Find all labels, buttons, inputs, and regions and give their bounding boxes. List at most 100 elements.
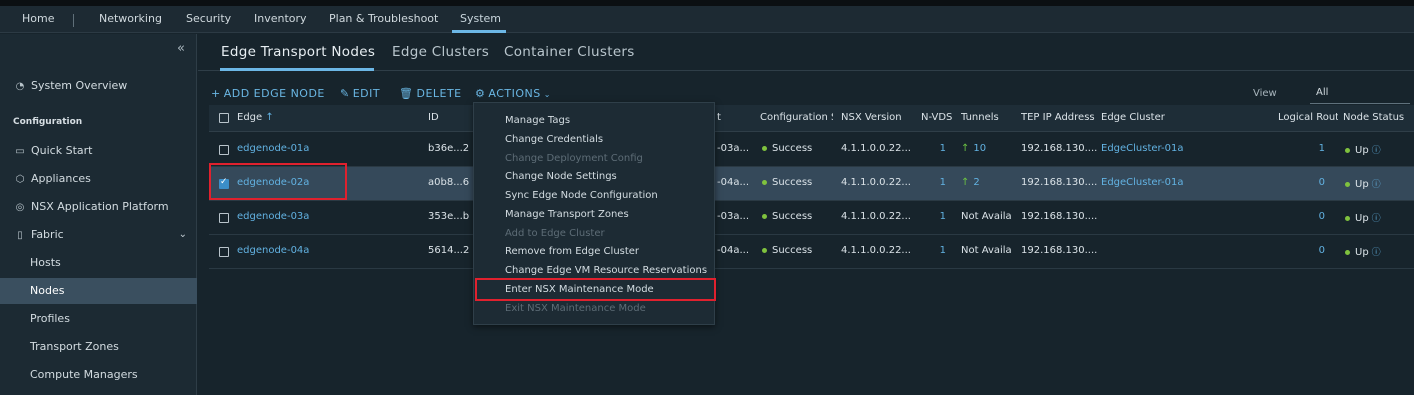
table-row[interactable]: edgenode-03a 353e...b -03a... Success 4.… — [209, 201, 1414, 235]
success-dot-icon — [762, 247, 767, 253]
arrow-up-icon: ↑ — [961, 177, 970, 188]
sidebar-item-hosts[interactable]: Hosts — [0, 250, 197, 276]
nav-networking[interactable]: Networking — [99, 12, 162, 25]
nsx-version: 4.1.1.0.0.22... — [841, 211, 911, 222]
menu-item-exit-nsx-maintenance-mode: Exit NSX Maintenance Mode — [505, 303, 646, 314]
sidebar-item-nodes[interactable]: Nodes — [0, 278, 197, 304]
sidebar-item-label: Transport Zones — [30, 340, 119, 353]
logical-routers-count[interactable]: 0 — [1278, 245, 1325, 256]
column-edge[interactable]: Edge ↑ — [237, 112, 274, 123]
edge-cluster-link[interactable]: EdgeCluster-01a — [1101, 143, 1183, 154]
node-status: Up ⓘ — [1345, 245, 1381, 258]
row-checkbox[interactable] — [219, 247, 229, 257]
gauge-icon: ◔ — [15, 81, 25, 92]
menu-item-add-to-edge-cluster: Add to Edge Cluster — [505, 228, 605, 239]
menu-item-change-node-settings[interactable]: Change Node Settings — [474, 167, 714, 186]
tab-edge-clusters[interactable]: Edge Clusters — [392, 44, 489, 60]
table-row[interactable]: edgenode-01a b36e...2 -03a... Success 4.… — [209, 133, 1414, 167]
menu-item-change-credentials[interactable]: Change Credentials — [474, 130, 714, 149]
node-status: Up ⓘ — [1345, 177, 1381, 190]
menu-item-manage-transport-zones[interactable]: Manage Transport Zones — [474, 205, 714, 224]
column-tunnels[interactable]: Tunnels — [961, 112, 999, 123]
delete-button[interactable]: 🗑︎ DELETE — [399, 87, 462, 100]
tep-ip: 192.168.130.... — [1021, 177, 1098, 188]
edge-name-link[interactable]: edgenode-04a — [237, 245, 309, 256]
actions-button[interactable]: ⚙ ACTIONS ⌄ — [475, 87, 551, 100]
sidebar-item-appliances[interactable]: ⬡ Appliances — [0, 166, 197, 192]
tab-edge-transport-nodes[interactable]: Edge Transport Nodes — [221, 44, 375, 60]
menu-item-manage-tags[interactable]: Manage Tags — [474, 111, 714, 130]
nav-plan-troubleshoot[interactable]: Plan & Troubleshoot — [329, 12, 438, 25]
pencil-icon: ✎ — [340, 87, 350, 100]
table-row[interactable]: edgenode-02a a0b8...6 -04a... Success 4.… — [209, 167, 1414, 201]
nsx-version: 4.1.1.0.0.22... — [841, 245, 911, 256]
sidebar-item-label: System Overview — [31, 79, 128, 92]
column-nvds[interactable]: N-VDS — [921, 112, 952, 123]
logical-routers-count[interactable]: 0 — [1278, 211, 1325, 222]
column-id[interactable]: ID — [428, 112, 439, 123]
config-status: Success — [762, 177, 812, 188]
collapse-sidebar-icon[interactable]: « — [177, 41, 185, 56]
config-status: Success — [762, 143, 812, 154]
nvds-count[interactable]: 1 — [921, 143, 946, 154]
sidebar-item-profiles[interactable]: Profiles — [0, 306, 197, 332]
select-all-checkbox[interactable] — [219, 113, 229, 123]
logical-routers-count[interactable]: 0 — [1278, 177, 1325, 188]
trash-icon: 🗑︎ — [399, 87, 414, 100]
toolbar: + ADD EDGE NODE ✎ EDIT 🗑︎ DELETE ⚙ ACTIONS ⌄ … — [198, 84, 1414, 104]
column-truncated[interactable]: t — [717, 112, 727, 123]
tunnels-count[interactable]: ↑ 10 — [961, 143, 986, 154]
nvds-count[interactable]: 1 — [921, 211, 946, 222]
menu-item-remove-from-edge-cluster[interactable]: Remove from Edge Cluster — [474, 242, 714, 261]
success-dot-icon — [762, 213, 767, 219]
nvds-count[interactable]: 1 — [921, 177, 946, 188]
column-logical-routers[interactable]: Logical Rout — [1278, 112, 1338, 123]
sidebar-item-compute-managers[interactable]: Compute Managers — [0, 362, 197, 388]
view-select[interactable]: All — [1310, 84, 1410, 104]
info-icon[interactable]: ⓘ — [1372, 248, 1381, 258]
add-edge-node-button[interactable]: + ADD EDGE NODE — [211, 87, 325, 100]
menu-item-change-edge-vm-resource-reservations[interactable]: Change Edge VM Resource Reservations — [474, 261, 714, 280]
tunnels-count[interactable]: ↑ 2 — [961, 177, 980, 188]
row-checkbox[interactable] — [219, 177, 229, 189]
column-configuration-state[interactable]: Configuration S — [760, 112, 833, 123]
edit-button[interactable]: ✎ EDIT — [340, 87, 380, 100]
arrow-up-icon: ↑ — [961, 143, 970, 154]
column-edge-cluster[interactable]: Edge Cluster — [1101, 112, 1165, 123]
info-icon[interactable]: ⓘ — [1372, 180, 1381, 190]
menu-item-sync-edge-node-configuration[interactable]: Sync Edge Node Configuration — [474, 186, 714, 205]
row-checkbox[interactable] — [219, 145, 229, 155]
sidebar-item-fabric[interactable]: ▯ Fabric ⌄ — [0, 222, 197, 248]
edge-nodes-table: Edge ↑ ID t Configuration S NSX Version … — [209, 105, 1414, 269]
sidebar-item-transport-zones[interactable]: Transport Zones — [0, 334, 197, 360]
row-checkbox[interactable] — [219, 213, 229, 223]
sidebar-item-quick-start[interactable]: ▭ Quick Start — [0, 138, 197, 164]
info-icon[interactable]: ⓘ — [1372, 214, 1381, 224]
success-dot-icon — [1345, 147, 1350, 153]
sidebar-item-system-overview[interactable]: ◔ System Overview — [0, 73, 197, 99]
column-tep-ip[interactable]: TEP IP Address — [1021, 112, 1095, 123]
nav-security[interactable]: Security — [186, 12, 231, 25]
edge-name-link[interactable]: edgenode-03a — [237, 211, 309, 222]
nav-inventory[interactable]: Inventory — [254, 12, 307, 25]
edge-name-link[interactable]: edgenode-01a — [237, 143, 309, 154]
table-row[interactable]: edgenode-04a 5614...2 -04a... Success 4.… — [209, 235, 1414, 269]
column-node-status[interactable]: Node Status — [1343, 112, 1404, 123]
chevron-down-icon[interactable]: ⌄ — [179, 222, 187, 248]
tab-container-clusters[interactable]: Container Clusters — [504, 44, 635, 60]
nav-system[interactable]: System — [460, 12, 501, 25]
menu-item-enter-nsx-maintenance-mode[interactable]: Enter NSX Maintenance Mode — [474, 280, 714, 299]
edge-id: a0b8...6 — [428, 177, 470, 188]
nvds-count[interactable]: 1 — [921, 245, 946, 256]
edge-truncated-value: -04a... — [717, 177, 749, 188]
edge-cluster-link[interactable]: EdgeCluster-01a — [1101, 177, 1183, 188]
column-nsx-version[interactable]: NSX Version — [841, 112, 902, 123]
sidebar-item-label: NSX Application Platform — [31, 200, 169, 213]
nav-home[interactable]: Home — [22, 12, 54, 25]
edge-name-link[interactable]: edgenode-02a — [237, 177, 309, 188]
sidebar-item-nsx-application-platform[interactable]: ◎ NSX Application Platform — [0, 194, 197, 220]
info-icon[interactable]: ⓘ — [1372, 146, 1381, 156]
sidebar-section-configuration: Configuration — [13, 117, 83, 127]
logical-routers-count[interactable]: 1 — [1278, 143, 1325, 154]
nav-separator — [73, 14, 74, 27]
